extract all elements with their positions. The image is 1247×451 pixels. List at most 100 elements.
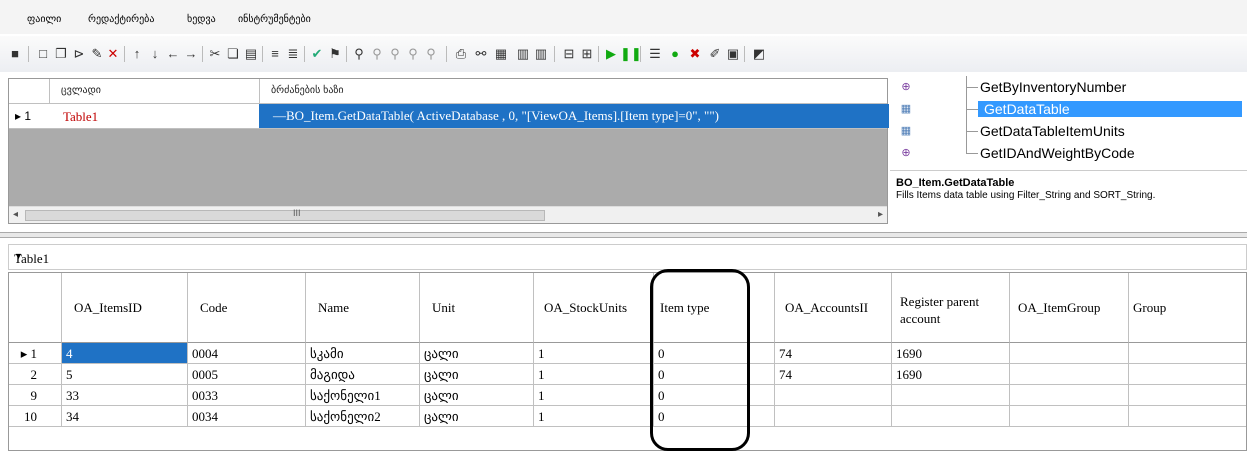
menu-view[interactable]: ხედვა (187, 14, 216, 25)
table-cell[interactable]: საქონელი1 (306, 385, 420, 406)
edit-icon[interactable]: ✎ (90, 47, 104, 61)
table-cell[interactable] (892, 385, 1010, 406)
stop-icon[interactable]: ✖ (688, 47, 702, 61)
format-icon[interactable]: ▦ (494, 47, 508, 61)
link-icon[interactable]: ⚲ (352, 47, 366, 61)
indent-icon[interactable]: ≣ (286, 47, 300, 61)
table-cell[interactable]: 1 (534, 385, 654, 406)
column-header[interactable]: OA_ItemsID (62, 273, 188, 343)
table-cell[interactable]: ცალი (420, 406, 534, 427)
table-cell[interactable]: 0033 (188, 385, 306, 406)
column-header-command[interactable]: ბრძანების ხაზი (271, 85, 344, 96)
list-icon[interactable]: ≡ (268, 47, 282, 61)
scroll-right-icon[interactable]: ▸ (878, 209, 883, 220)
table-cell[interactable]: 1 (534, 406, 654, 427)
table-cell[interactable]: საქონელი2 (306, 406, 420, 427)
link-icon[interactable]: ⊟ (562, 47, 576, 61)
chevron-down-icon[interactable]: ▼ (14, 251, 1246, 261)
table-cell[interactable]: 74 (775, 364, 892, 385)
tree-item[interactable]: ▦ GetDataTable (892, 98, 1247, 120)
table-icon[interactable]: ▥ (534, 47, 548, 61)
table-cell[interactable] (1129, 364, 1246, 385)
table-cell[interactable]: 0 (654, 406, 775, 427)
table-icon[interactable]: ▥ (516, 47, 530, 61)
link-icon[interactable]: ⚲ (424, 47, 438, 61)
menu-tools[interactable]: ინსტრუმენტები (238, 14, 311, 25)
link-icon[interactable]: ⚲ (370, 47, 384, 61)
column-header[interactable]: Code (188, 273, 306, 343)
right-icon[interactable]: → (184, 47, 198, 61)
table-cell[interactable]: 1690 (892, 343, 1010, 364)
table-cell[interactable] (775, 406, 892, 427)
link-icon[interactable]: ⊞ (580, 47, 594, 61)
table-cell[interactable]: 1 (534, 364, 654, 385)
column-header[interactable]: Name (306, 273, 420, 343)
link-icon[interactable]: ⚲ (406, 47, 420, 61)
down-icon[interactable]: ↓ (148, 47, 162, 61)
column-header[interactable]: OA_StockUnits (534, 273, 654, 343)
scrollbar-thumb[interactable] (25, 210, 545, 221)
table-cell[interactable]: 0034 (188, 406, 306, 427)
copy-icon[interactable]: ❐ (54, 47, 68, 61)
tree-item[interactable]: ⊕ GetIDAndWeightByCode (892, 142, 1247, 164)
table-cell[interactable] (1010, 406, 1129, 427)
column-header[interactable]: Item type (654, 273, 775, 343)
table-cell[interactable]: 74 (775, 343, 892, 364)
run-icon[interactable]: ● (668, 47, 682, 61)
table-cell[interactable]: 1690 (892, 364, 1010, 385)
xml-icon[interactable]: ▣ (726, 47, 740, 61)
table-cell[interactable]: 5 (62, 364, 188, 385)
table-cell[interactable] (1129, 406, 1246, 427)
table-cell[interactable] (1010, 385, 1129, 406)
table-cell[interactable]: 4 (62, 343, 188, 364)
table-cell[interactable]: 0 (654, 364, 775, 385)
copy-icon[interactable]: ❏ (226, 47, 240, 61)
column-header[interactable]: Register parent account (892, 273, 1010, 343)
table-cell[interactable]: 33 (62, 385, 188, 406)
table-cell[interactable] (1010, 364, 1129, 385)
link-icon[interactable]: ⚲ (388, 47, 402, 61)
up-icon[interactable]: ↑ (130, 47, 144, 61)
filter-icon[interactable]: ⚑ (328, 47, 342, 61)
menu-file[interactable]: ფაილი (27, 14, 61, 25)
left-icon[interactable]: ← (166, 47, 180, 61)
table-cell[interactable]: ცალი (420, 364, 534, 385)
delete-icon[interactable]: ✕ (106, 47, 120, 61)
menu-edit[interactable]: რედაქტირება (88, 14, 154, 25)
table-cell[interactable] (1129, 385, 1246, 406)
find-icon[interactable]: ⚯ (474, 47, 488, 61)
table-cell[interactable]: 1 (534, 343, 654, 364)
settings-icon[interactable]: ✐ (708, 47, 722, 61)
column-header[interactable]: OA_ItemGroup (1010, 273, 1129, 343)
table-cell[interactable]: 0004 (188, 343, 306, 364)
tree-item[interactable]: ⊕ GetByInventoryNumber (892, 76, 1247, 98)
list-icon[interactable]: ☰ (648, 47, 662, 61)
command-cell[interactable]: —BO_Item.GetDataTable( ActiveDatabase , … (259, 104, 889, 128)
panel-splitter[interactable] (0, 232, 1247, 238)
table-cell[interactable]: ცალი (420, 343, 534, 364)
table-cell[interactable]: ცალი (420, 385, 534, 406)
table-cell[interactable] (1010, 343, 1129, 364)
save-icon[interactable]: ■ (8, 47, 22, 61)
paste-icon[interactable]: ▤ (244, 47, 258, 61)
row-header[interactable]: 2 (9, 364, 62, 385)
table-cell[interactable]: მაგიდა (306, 364, 420, 385)
scroll-left-icon[interactable]: ◂ (13, 209, 18, 220)
table-cell[interactable]: 34 (62, 406, 188, 427)
chart-icon[interactable]: ◩ (752, 47, 766, 61)
tree-item[interactable]: ▦ GetDataTableItemUnits (892, 120, 1247, 142)
check-icon[interactable]: ✔ (310, 47, 324, 61)
table-cell[interactable] (775, 385, 892, 406)
row-header[interactable]: 10 (9, 406, 62, 427)
table-cell[interactable]: სკამი (306, 343, 420, 364)
print-icon[interactable]: ⎙ (454, 47, 468, 61)
row-header[interactable]: ▸ 1 (9, 343, 62, 364)
column-header[interactable]: Unit (420, 273, 534, 343)
new-icon[interactable]: □ (36, 47, 50, 61)
run-icon[interactable]: ▶ (604, 47, 618, 61)
table-cell[interactable]: 0 (654, 385, 775, 406)
column-header-variable[interactable]: ცვლადი (61, 85, 101, 96)
table-cell[interactable]: 0005 (188, 364, 306, 385)
pause-icon[interactable]: ❚❚ (620, 47, 642, 61)
column-header[interactable]: OA_AccountsII (775, 273, 892, 343)
